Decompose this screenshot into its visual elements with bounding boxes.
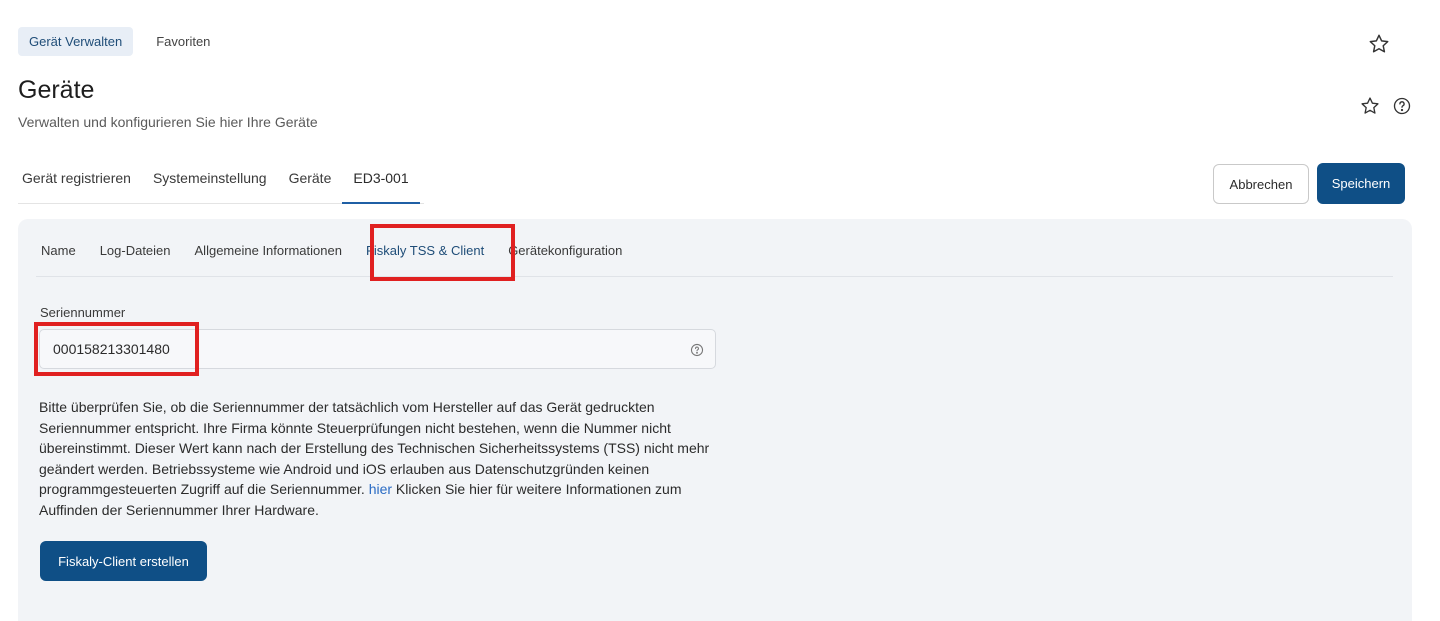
create-fiskaly-client-button[interactable]: Fiskaly-Client erstellen [40, 541, 207, 581]
tab-geraet-registrieren[interactable]: Gerät registrieren [18, 158, 142, 204]
tab-name[interactable]: Name [36, 237, 88, 275]
tab-systemeinstellung[interactable]: Systemeinstellung [142, 158, 278, 204]
detail-tab-bar: Name Log-Dateien Allgemeine Informatione… [36, 237, 1393, 277]
cancel-button[interactable]: Abbrechen [1213, 164, 1309, 204]
info-link-hier[interactable]: hier [369, 481, 392, 497]
tab-allgemeine-informationen[interactable]: Allgemeine Informationen [183, 237, 354, 275]
serial-number-info-text: Bitte überprüfen Sie, ob die Seriennumme… [39, 397, 729, 521]
top-tab-favoriten[interactable]: Favoriten [145, 27, 221, 56]
page-subtitle: Verwalten und konfigurieren Sie hier Ihr… [18, 114, 318, 130]
header-icons [1360, 96, 1412, 116]
help-icon[interactable] [1392, 96, 1412, 116]
star-icon[interactable] [1368, 33, 1390, 55]
tab-geraetekonfiguration[interactable]: Gerätekonfiguration [496, 237, 634, 275]
tab-fiskaly-tss-client[interactable]: Fiskaly TSS & Client [354, 237, 496, 275]
save-button[interactable]: Speichern [1317, 163, 1405, 204]
tab-ed3-001[interactable]: ED3-001 [342, 158, 420, 204]
serial-number-label: Seriennummer [40, 305, 126, 320]
device-sub-tabs: Gerät registrieren Systemeinstellung Ger… [18, 158, 424, 204]
star-icon[interactable] [1360, 96, 1380, 116]
top-tab-bar: Gerät Verwalten Favoriten [18, 27, 233, 56]
serial-number-input[interactable]: 000158213301480 [39, 329, 716, 369]
page-title: Geräte [18, 76, 95, 104]
help-icon[interactable] [690, 343, 704, 357]
tab-log-dateien[interactable]: Log-Dateien [88, 237, 183, 275]
device-detail-panel: Name Log-Dateien Allgemeine Informatione… [18, 219, 1412, 621]
tab-geraete[interactable]: Geräte [278, 158, 343, 204]
top-tab-geraet-verwalten[interactable]: Gerät Verwalten [18, 27, 134, 56]
serial-number-value: 000158213301480 [53, 341, 170, 357]
